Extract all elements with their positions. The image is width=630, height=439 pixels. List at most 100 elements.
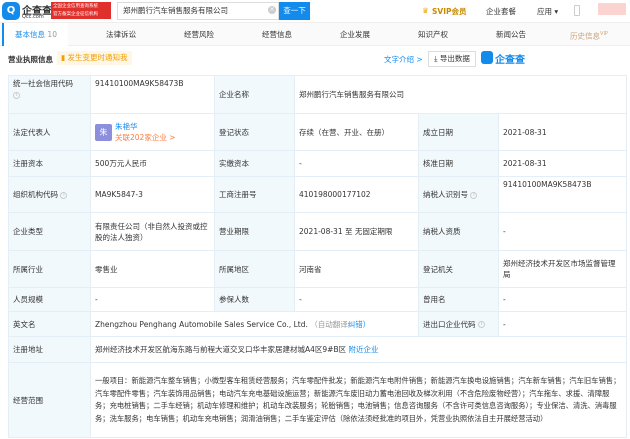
tab-count: 10 xyxy=(47,30,57,39)
address-cell: 郑州经济技术开发区航海东路与前程大道交叉口华丰家居建材城A4区9#B区 附近企业 xyxy=(90,336,627,363)
info-icon[interactable]: i xyxy=(60,191,68,199)
staff-label: 人员规模 xyxy=(8,287,91,312)
table-row: 英文名 Zhengzhou Penghang Automobile Sales … xyxy=(8,311,627,337)
org-code-value: MA9K5847-3 xyxy=(90,176,215,213)
tab-news[interactable]: 新闻公告 xyxy=(478,23,544,46)
region-label: 所属地区 xyxy=(214,250,295,288)
term-value: 2021-08-31 至 无固定期限 xyxy=(294,212,419,251)
tax-id-label: 纳税人识别号 i xyxy=(418,176,499,213)
table-row: 注册地址 郑州经济技术开发区航海东路与前程大道交叉口华丰家居建材城A4区9#B区… xyxy=(8,336,627,363)
industry-value: 零售业 xyxy=(90,250,215,288)
credit-code-label: 统一社会信用代码 i xyxy=(8,75,91,114)
capital-label: 注册资本 xyxy=(8,150,91,177)
table-row: 经营范围 一般项目：新能源汽车整车销售；小微型客车租赁经营服务；汽车零配件批发；… xyxy=(8,362,627,438)
former-name-label: 曾用名 xyxy=(418,287,499,312)
company-name-label: 企业名称 xyxy=(214,75,295,114)
tab-history[interactable]: 历史信息VIP xyxy=(556,23,622,46)
tab-operation[interactable]: 经营信息 xyxy=(244,23,310,46)
ie-code-label: 进出口企业代码 i xyxy=(418,311,499,337)
tab-risk[interactable]: 经营风险 xyxy=(166,23,232,46)
vip-tag: VIP xyxy=(600,31,608,37)
tax-qual-value: - xyxy=(498,212,627,251)
tab-label: 历史信息 xyxy=(570,31,601,41)
section-header: 营业执照信息 ▮ 发生变更时通知我 文字介绍 > ⤓ 导出数据 企查查 xyxy=(0,46,630,70)
tab-basic-info[interactable]: 基本信息 10 xyxy=(2,23,68,46)
status-value: 存续（在营、开业、在册） xyxy=(294,113,419,151)
industry-label: 所属行业 xyxy=(8,250,91,288)
qcc-logo-icon[interactable]: Q xyxy=(2,2,20,20)
avatar[interactable] xyxy=(598,3,626,15)
qcc-brand-icon xyxy=(481,51,493,64)
package-link[interactable]: 企业套餐 xyxy=(486,6,516,17)
table-row: 法定代表人 朱朱艳华关联202家企业 > 登记状态 存续（在营、开业、在册） 成… xyxy=(8,113,627,151)
tab-legal[interactable]: 法律诉讼 xyxy=(88,23,154,46)
status-label: 登记状态 xyxy=(214,113,295,151)
former-name-value: - xyxy=(498,287,627,312)
legal-rep-label: 法定代表人 xyxy=(8,113,91,151)
business-scope-value: 一般项目：新能源汽车整车销售；小微型客车租赁经营服务；汽车零配件批发；新能源汽车… xyxy=(90,362,627,438)
legal-rep-name-link[interactable]: 朱艳华 xyxy=(115,122,138,131)
export-label: 导出数据 xyxy=(439,54,470,63)
svip-link[interactable]: SVIP会员 xyxy=(432,6,467,17)
clear-icon[interactable]: × xyxy=(268,6,276,14)
tab-ip[interactable]: 知识产权 xyxy=(400,23,466,46)
ie-code-value: - xyxy=(498,311,627,337)
auto-translate-note: （自动翻译 xyxy=(310,319,348,329)
reg-no-value: 410198000177102 xyxy=(294,176,419,213)
english-name-value: Zhengzhou Penghang Automobile Sales Serv… xyxy=(95,319,308,329)
region-value: 河南省 xyxy=(294,250,419,288)
notify-button[interactable]: ▮ 发生变更时通知我 xyxy=(57,51,132,65)
approve-date-label: 核准日期 xyxy=(418,150,499,177)
apps-label: 应用 xyxy=(537,7,552,16)
export-button[interactable]: ⤓ 导出数据 xyxy=(428,51,476,67)
address-value: 郑州经济技术开发区航海东路与前程大道交叉口华丰家居建材城A4区9#B区 xyxy=(95,345,347,354)
business-license-table: 统一社会信用代码 i 91410100MA9K58473B 企业名称 郑州鹏行汽车… xyxy=(8,75,627,438)
phone-icon[interactable] xyxy=(574,5,580,16)
paid-capital-label: 实缴资本 xyxy=(214,150,295,177)
logo-sub: Qcc.com xyxy=(22,14,44,20)
company-type-label: 企业类型 xyxy=(8,212,91,251)
org-code-label: 组织机构代码 i xyxy=(8,176,91,213)
download-icon: ⤓ xyxy=(434,54,438,63)
nearby-companies-link[interactable]: 附近企业 xyxy=(349,345,379,354)
table-row: 人员规模 - 参保人数 - 曾用名 - xyxy=(8,287,627,312)
term-label: 营业期限 xyxy=(214,212,295,251)
info-icon[interactable]: i xyxy=(470,191,478,199)
found-date-value: 2021-08-31 xyxy=(498,113,627,151)
credit-code-value: 91410100MA9K58473B xyxy=(90,75,215,114)
found-date-label: 成立日期 xyxy=(418,113,499,151)
tab-bar: 基本信息 10 法律诉讼 经营风险 经营信息 企业发展 知识产权 新闻公告 历史… xyxy=(0,23,630,46)
search-input[interactable]: 郑州鹏行汽车销售服务有限公司 xyxy=(117,2,279,20)
tax-id-value: 91410100MA9K58473B xyxy=(498,176,627,213)
top-bar: Q 企查查 Qcc.com 全国企业信用查询系统 官方备案企业征信机构 郑州鹏行汽… xyxy=(0,0,630,23)
correct-link[interactable]: 纠错） xyxy=(348,320,371,329)
table-row: 组织机构代码 i MA9K5847-3 工商注册号 41019800017710… xyxy=(8,176,627,213)
bell-icon: ▮ xyxy=(61,53,66,62)
section-title: 营业执照信息 xyxy=(8,55,53,64)
insured-value: - xyxy=(294,287,419,312)
legal-rep-avatar: 朱 xyxy=(95,123,112,141)
apps-menu[interactable]: 应用 ▾ xyxy=(537,6,558,17)
approve-date-value: 2021-08-31 xyxy=(498,150,627,177)
badge-line2: 官方备案企业征信机构 xyxy=(53,12,98,17)
brand-text: 企查查 xyxy=(495,55,525,66)
info-icon[interactable]: i xyxy=(13,91,20,99)
tab-label: 基本信息 xyxy=(15,30,46,39)
search-button[interactable]: 查一下 xyxy=(279,2,310,20)
insured-label: 参保人数 xyxy=(214,287,295,312)
related-companies-link[interactable]: 关联202家企业 > xyxy=(115,133,175,142)
capital-value: 500万元人民币 xyxy=(90,150,215,177)
reg-no-label: 工商注册号 xyxy=(214,176,295,213)
company-type-value: 有限责任公司（非自然人投资或控股的法人独资） xyxy=(90,212,215,251)
text-intro-link[interactable]: 文字介绍 > xyxy=(384,54,423,65)
address-label: 注册地址 xyxy=(8,336,91,363)
authority-label: 登记机关 xyxy=(418,250,499,288)
credit-badge: 全国企业信用查询系统 官方备案企业征信机构 xyxy=(51,2,111,19)
tax-qual-label: 纳税人资质 xyxy=(418,212,499,251)
staff-value: - xyxy=(90,287,215,312)
english-name-label: 英文名 xyxy=(8,311,91,337)
tab-development[interactable]: 企业发展 xyxy=(322,23,388,46)
authority-value: 郑州经济技术开发区市场监督管理局 xyxy=(498,250,627,288)
table-row: 所属行业 零售业 所属地区 河南省 登记机关 郑州经济技术开发区市场监督管理局 xyxy=(8,250,627,288)
info-icon[interactable]: i xyxy=(477,321,485,328)
